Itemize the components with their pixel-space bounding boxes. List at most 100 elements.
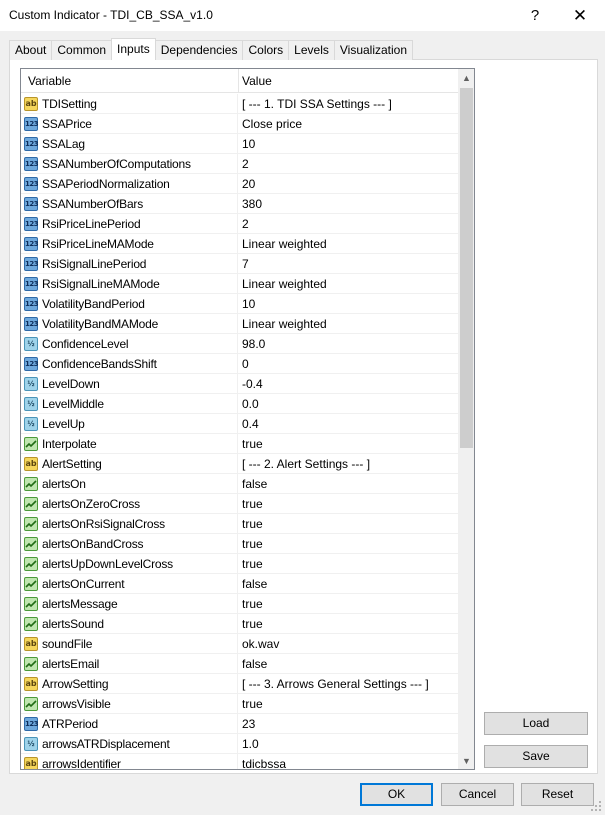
- value-cell[interactable]: 2: [239, 214, 458, 234]
- table-row[interactable]: alertsOnRsiSignalCross true: [21, 514, 458, 534]
- value-cell[interactable]: true: [239, 494, 458, 514]
- value-cell[interactable]: 10: [239, 134, 458, 154]
- table-row[interactable]: 123 SSALag 10: [21, 134, 458, 154]
- scrollbar-thumb[interactable]: [460, 88, 473, 448]
- value-cell[interactable]: Close price: [239, 114, 458, 134]
- table-row[interactable]: alertsOnZeroCross true: [21, 494, 458, 514]
- variable-cell[interactable]: 123 ConfidenceBandsShift: [21, 354, 238, 374]
- variable-cell[interactable]: ½ LevelMiddle: [21, 394, 238, 414]
- variable-cell[interactable]: 123 VolatilityBandMAMode: [21, 314, 238, 334]
- reset-button[interactable]: Reset: [521, 783, 594, 806]
- value-cell[interactable]: Linear weighted: [239, 234, 458, 254]
- variable-cell[interactable]: 123 RsiSignalLinePeriod: [21, 254, 238, 274]
- tab-colors[interactable]: Colors: [242, 40, 290, 60]
- close-button[interactable]: ✕: [558, 0, 602, 31]
- variable-cell[interactable]: alertsSound: [21, 614, 238, 634]
- table-row[interactable]: ½ arrowsATRDisplacement 1.0: [21, 734, 458, 754]
- table-row[interactable]: Interpolate true: [21, 434, 458, 454]
- table-row[interactable]: 123 RsiSignalLinePeriod 7: [21, 254, 458, 274]
- value-cell[interactable]: 10: [239, 294, 458, 314]
- table-row[interactable]: ab TDISetting [ --- 1. TDI SSA Settings --…: [21, 94, 458, 114]
- table-row[interactable]: 123 RsiPriceLinePeriod 2: [21, 214, 458, 234]
- value-cell[interactable]: ok.wav: [239, 634, 458, 654]
- variable-cell[interactable]: alertsOnZeroCross: [21, 494, 238, 514]
- variable-cell[interactable]: ½ LevelDown: [21, 374, 238, 394]
- variable-cell[interactable]: 123 RsiPriceLineMAMode: [21, 234, 238, 254]
- value-cell[interactable]: 0.4: [239, 414, 458, 434]
- cancel-button[interactable]: Cancel: [441, 783, 514, 806]
- table-row[interactable]: ½ ConfidenceLevel 98.0: [21, 334, 458, 354]
- variable-cell[interactable]: 123 RsiSignalLineMAMode: [21, 274, 238, 294]
- value-cell[interactable]: false: [239, 574, 458, 594]
- load-button[interactable]: Load: [484, 712, 588, 735]
- variable-cell[interactable]: alertsMessage: [21, 594, 238, 614]
- variable-cell[interactable]: ab AlertSetting: [21, 454, 238, 474]
- variable-cell[interactable]: ½ LevelUp: [21, 414, 238, 434]
- vertical-scrollbar[interactable]: ▲ ▼: [458, 69, 474, 769]
- variable-cell[interactable]: 123 SSANumberOfBars: [21, 194, 238, 214]
- variable-cell[interactable]: ab arrowsIdentifier: [21, 754, 238, 769]
- table-row[interactable]: alertsOnBandCross true: [21, 534, 458, 554]
- value-cell[interactable]: true: [239, 434, 458, 454]
- table-row[interactable]: alertsOnCurrent false: [21, 574, 458, 594]
- tab-levels[interactable]: Levels: [288, 40, 335, 60]
- value-cell[interactable]: false: [239, 474, 458, 494]
- table-row[interactable]: 123 VolatilityBandMAMode Linear weighted: [21, 314, 458, 334]
- variable-cell[interactable]: 123 RsiPriceLinePeriod: [21, 214, 238, 234]
- table-row[interactable]: ½ LevelMiddle 0.0: [21, 394, 458, 414]
- value-cell[interactable]: true: [239, 694, 458, 714]
- table-row[interactable]: ab arrowsIdentifier tdicbssa: [21, 754, 458, 769]
- table-row[interactable]: alertsSound true: [21, 614, 458, 634]
- value-cell[interactable]: [ --- 2. Alert Settings --- ]: [239, 454, 458, 474]
- variable-cell[interactable]: alertsOn: [21, 474, 238, 494]
- value-cell[interactable]: true: [239, 614, 458, 634]
- resize-grip-icon[interactable]: [590, 800, 602, 812]
- variable-cell[interactable]: ½ arrowsATRDisplacement: [21, 734, 238, 754]
- variable-cell[interactable]: alertsOnBandCross: [21, 534, 238, 554]
- table-row[interactable]: alertsMessage true: [21, 594, 458, 614]
- value-cell[interactable]: 0.0: [239, 394, 458, 414]
- value-cell[interactable]: true: [239, 554, 458, 574]
- value-cell[interactable]: 98.0: [239, 334, 458, 354]
- scroll-down-arrow-icon[interactable]: ▼: [458, 752, 474, 769]
- variable-cell[interactable]: ½ ConfidenceLevel: [21, 334, 238, 354]
- table-row[interactable]: ½ LevelUp 0.4: [21, 414, 458, 434]
- variable-cell[interactable]: 123 VolatilityBandPeriod: [21, 294, 238, 314]
- variable-cell[interactable]: ab TDISetting: [21, 94, 238, 114]
- value-cell[interactable]: 7: [239, 254, 458, 274]
- value-cell[interactable]: 20: [239, 174, 458, 194]
- variable-cell[interactable]: 123 SSALag: [21, 134, 238, 154]
- table-row[interactable]: 123 SSAPrice Close price: [21, 114, 458, 134]
- value-cell[interactable]: 0: [239, 354, 458, 374]
- variable-cell[interactable]: 123 SSAPrice: [21, 114, 238, 134]
- table-row[interactable]: 123 ATRPeriod 23: [21, 714, 458, 734]
- tab-dependencies[interactable]: Dependencies: [154, 40, 244, 60]
- table-row[interactable]: alertsOn false: [21, 474, 458, 494]
- variable-cell[interactable]: arrowsVisible: [21, 694, 238, 714]
- table-row[interactable]: ab AlertSetting [ --- 2. Alert Settings --…: [21, 454, 458, 474]
- table-row[interactable]: alertsEmail false: [21, 654, 458, 674]
- variable-cell[interactable]: 123 SSANumberOfComputations: [21, 154, 238, 174]
- variable-cell[interactable]: 123 SSAPeriodNormalization: [21, 174, 238, 194]
- value-cell[interactable]: true: [239, 534, 458, 554]
- table-row[interactable]: alertsUpDownLevelCross true: [21, 554, 458, 574]
- value-cell[interactable]: Linear weighted: [239, 274, 458, 294]
- variable-cell[interactable]: ab ArrowSetting: [21, 674, 238, 694]
- value-cell[interactable]: Linear weighted: [239, 314, 458, 334]
- value-cell[interactable]: true: [239, 594, 458, 614]
- tab-visualization[interactable]: Visualization: [333, 40, 414, 60]
- table-row[interactable]: 123 VolatilityBandPeriod 10: [21, 294, 458, 314]
- table-row[interactable]: 123 SSANumberOfBars 380: [21, 194, 458, 214]
- table-row[interactable]: 123 ConfidenceBandsShift 0: [21, 354, 458, 374]
- save-button[interactable]: Save: [484, 745, 588, 768]
- variable-cell[interactable]: alertsUpDownLevelCross: [21, 554, 238, 574]
- value-cell[interactable]: true: [239, 514, 458, 534]
- variable-cell[interactable]: 123 ATRPeriod: [21, 714, 238, 734]
- table-row[interactable]: 123 SSAPeriodNormalization 20: [21, 174, 458, 194]
- table-row[interactable]: arrowsVisible true: [21, 694, 458, 714]
- value-cell[interactable]: 2: [239, 154, 458, 174]
- value-cell[interactable]: 380: [239, 194, 458, 214]
- value-cell[interactable]: 1.0: [239, 734, 458, 754]
- value-cell[interactable]: [ --- 3. Arrows General Settings --- ]: [239, 674, 458, 694]
- value-cell[interactable]: 23: [239, 714, 458, 734]
